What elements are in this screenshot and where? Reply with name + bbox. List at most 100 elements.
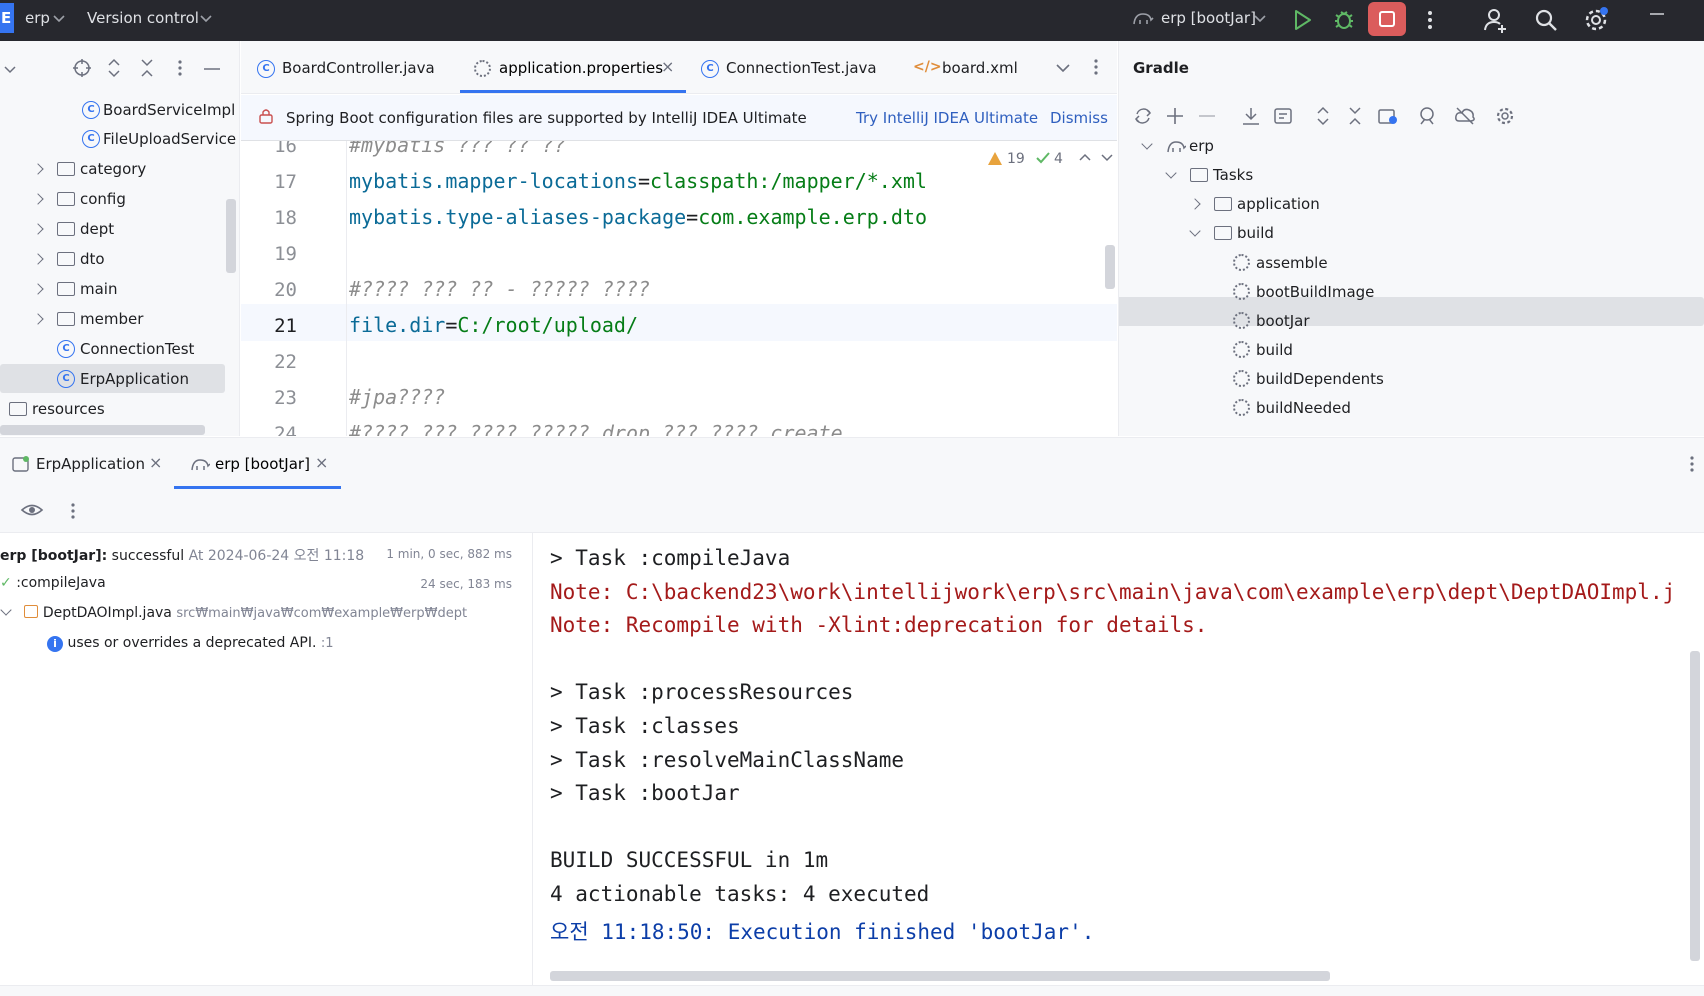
property-key: mybatis.type-aliases-package [349, 205, 687, 229]
line-number: 18 [274, 207, 297, 229]
ok-count[interactable]: 4 [1054, 151, 1063, 167]
project-tool-window: C BoardServiceImpl C FileUploadService c… [0, 41, 240, 436]
build-root-node[interactable]: erp [bootJar]: successful At 2024-06-24 … [0, 545, 364, 565]
chevron-down-icon[interactable] [1254, 14, 1266, 24]
gutter-divider [346, 141, 347, 436]
group-modules-icon[interactable] [1377, 106, 1399, 126]
class-icon: C [82, 101, 100, 119]
chevron-right-icon[interactable] [32, 253, 44, 265]
line-number: 20 [274, 279, 297, 301]
reload-icon[interactable] [1133, 106, 1153, 126]
test-class-icon: C [57, 340, 75, 358]
run-config-selector[interactable]: erp [bootJar] [1161, 9, 1256, 27]
compile-java-node[interactable]: ✓ :compileJava [0, 575, 106, 591]
download-icon[interactable] [1241, 106, 1261, 126]
console-horizontal-scrollbar[interactable] [550, 971, 1330, 981]
editor-scrollbar[interactable] [1105, 245, 1115, 289]
close-tab-icon[interactable]: × [661, 57, 674, 76]
chevron-down-icon[interactable] [1141, 138, 1153, 150]
console-line: > Task :bootJar [550, 781, 740, 806]
gradle-tool-window: Gradle erp Tasks application build assem… [1118, 41, 1704, 436]
chevron-right-icon[interactable] [32, 223, 44, 235]
chevron-down-icon[interactable] [0, 604, 12, 616]
more-vertical-icon[interactable] [1688, 454, 1696, 474]
console-line: Note: Recompile with -Xlint:deprecation … [550, 613, 1208, 638]
chevron-up-icon[interactable] [1079, 153, 1091, 162]
project-badge[interactable]: E [0, 3, 14, 33]
check-ok-icon[interactable] [1035, 151, 1051, 165]
gradle-settings-icon[interactable] [1495, 106, 1515, 126]
chevron-down-icon[interactable] [53, 14, 65, 24]
chevron-down-icon[interactable] [1165, 167, 1177, 179]
expand-all-icon[interactable] [1315, 106, 1331, 126]
deptdaoimpl-file-node[interactable]: DeptDAOImpl.java src₩main₩java₩com₩examp… [0, 604, 467, 621]
more-vertical-icon[interactable] [1416, 6, 1444, 34]
settings-gear-icon[interactable] [1582, 6, 1610, 34]
try-ultimate-link[interactable]: Try IntelliJ IDEA Ultimate [856, 109, 1038, 127]
horizontal-scrollbar[interactable] [0, 425, 205, 435]
package-folder-icon [57, 312, 75, 326]
close-tab-icon[interactable]: × [315, 453, 328, 472]
gradle-task-gear-icon [1233, 341, 1250, 358]
offline-mode-icon[interactable] [1454, 106, 1476, 126]
warning-icon[interactable] [987, 151, 1003, 166]
line-number: 16 [274, 141, 297, 157]
chevron-down-icon[interactable] [4, 65, 16, 75]
add-icon[interactable] [1165, 106, 1185, 126]
resources-folder-icon [9, 402, 27, 416]
code-comment: #jpa???? [349, 385, 446, 409]
build-console-output[interactable]: > Task :compileJava Note: C:\backend23\wo… [534, 533, 1704, 985]
package-folder-icon [57, 222, 75, 236]
stop-button[interactable] [1368, 2, 1406, 36]
code-editor[interactable]: 19 4 16 #mybatis ??? ?? ?? 17 mybatis.mappe… [241, 141, 1117, 436]
more-vertical-icon[interactable] [176, 58, 184, 78]
chevron-right-icon[interactable] [32, 193, 44, 205]
line-number: 21 [274, 315, 297, 337]
debug-icon[interactable] [1330, 6, 1358, 34]
run-task-icon[interactable] [1273, 106, 1293, 126]
chevron-right-icon[interactable] [32, 283, 44, 295]
gradle-panel-title: Gradle [1133, 59, 1189, 77]
chevron-right-icon[interactable] [32, 163, 44, 175]
vcs-widget[interactable]: Version control [87, 9, 199, 27]
close-tab-icon[interactable]: × [149, 453, 162, 472]
chevron-down-icon[interactable] [1101, 153, 1113, 162]
locate-target-icon[interactable] [72, 58, 92, 78]
xml-file-icon: </> [913, 59, 942, 75]
deprecated-api-message-node[interactable]: i uses or overrides a deprecated API. :1 [47, 635, 334, 652]
expand-all-icon[interactable] [106, 58, 122, 78]
chevron-down-icon[interactable] [1056, 63, 1070, 73]
chevron-down-icon[interactable] [1189, 225, 1201, 237]
chevron-right-icon[interactable] [1189, 198, 1201, 210]
collapse-all-icon[interactable] [139, 58, 155, 78]
console-line: Note: C:\backend23\work\intellijwork\erp… [550, 579, 1676, 604]
tree-scrollbar[interactable] [226, 199, 236, 273]
console-vertical-scrollbar[interactable] [1690, 651, 1700, 961]
minimize-window-icon[interactable] [1650, 12, 1664, 16]
run-icon[interactable] [1288, 6, 1316, 34]
code-line: #jpa???? [349, 385, 445, 409]
run-tool-window-tabs: ErpApplication × erp [bootJar] × [0, 437, 1704, 489]
warnings-count[interactable]: 19 [1007, 151, 1025, 167]
search-icon[interactable] [1532, 6, 1560, 34]
hide-panel-icon[interactable] [204, 67, 220, 71]
package-folder-icon [57, 162, 75, 176]
dismiss-link[interactable]: Dismiss [1050, 109, 1108, 127]
test-class-icon: C [701, 60, 719, 78]
application-class-icon: C [57, 370, 75, 388]
gradle-project-icon [1167, 141, 1186, 153]
gradle-task-gear-icon [1233, 254, 1250, 271]
project-name[interactable]: erp [25, 9, 50, 27]
chevron-right-icon[interactable] [32, 313, 44, 325]
eye-icon[interactable] [20, 501, 44, 519]
collapse-all-icon[interactable] [1347, 106, 1363, 126]
properties-file-icon [474, 60, 491, 77]
add-user-icon[interactable] [1482, 6, 1510, 34]
more-vertical-icon[interactable] [69, 501, 77, 521]
chevron-down-icon[interactable] [200, 14, 212, 24]
property-value: C:/root/upload/ [457, 313, 638, 337]
more-vertical-icon[interactable] [1092, 57, 1100, 77]
analyze-dependencies-icon[interactable] [1417, 106, 1437, 126]
compile-java-duration: 24 sec, 183 ms [420, 577, 512, 591]
code-line: #???? ??? ???? ????? drop ??? ???? creat… [349, 421, 843, 436]
